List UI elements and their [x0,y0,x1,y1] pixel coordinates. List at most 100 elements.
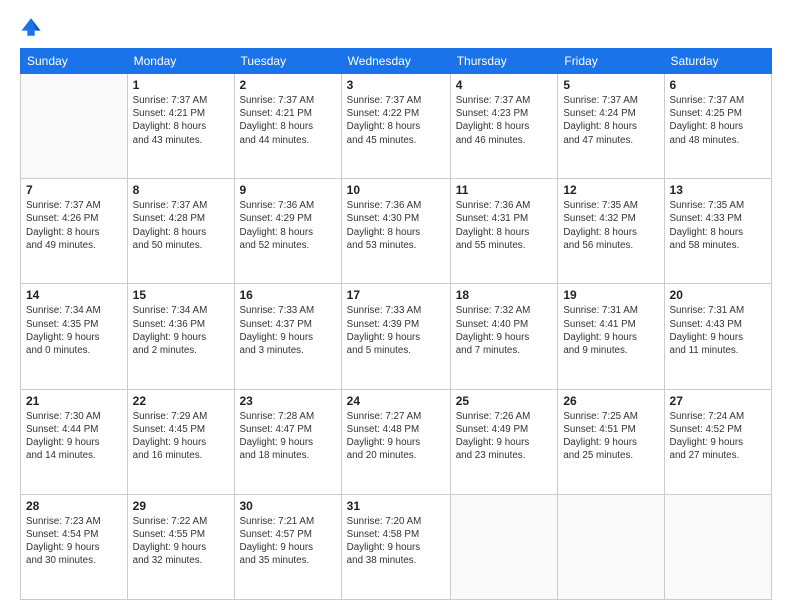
calendar-cell [558,494,664,599]
day-header-tuesday: Tuesday [234,49,341,74]
day-info: Sunrise: 7:20 AM Sunset: 4:58 PM Dayligh… [347,515,445,568]
calendar-cell: 28 Sunrise: 7:23 AM Sunset: 4:54 PM Dayli… [21,494,128,599]
day-number: 22 [133,394,229,408]
day-number: 28 [26,499,122,513]
day-info: Sunrise: 7:30 AM Sunset: 4:44 PM Dayligh… [26,410,122,463]
day-info: Sunrise: 7:37 AM Sunset: 4:25 PM Dayligh… [670,94,766,147]
day-number: 6 [670,78,766,92]
day-number: 14 [26,288,122,302]
day-number: 21 [26,394,122,408]
day-number: 5 [563,78,658,92]
day-info: Sunrise: 7:25 AM Sunset: 4:51 PM Dayligh… [563,410,658,463]
calendar-cell: 4 Sunrise: 7:37 AM Sunset: 4:23 PM Daylig… [450,74,558,179]
week-row-4: 21 Sunrise: 7:30 AM Sunset: 4:44 PM Dayli… [21,389,772,494]
day-number: 11 [456,183,553,197]
day-number: 12 [563,183,658,197]
day-info: Sunrise: 7:22 AM Sunset: 4:55 PM Dayligh… [133,515,229,568]
calendar-cell: 10Sunrise: 7:36 AM Sunset: 4:30 PM Dayli… [341,179,450,284]
day-header-friday: Friday [558,49,664,74]
calendar-cell: 5Sunrise: 7:37 AM Sunset: 4:24 PM Daylig… [558,74,664,179]
day-number: 17 [347,288,445,302]
calendar-cell: 19Sunrise: 7:31 AM Sunset: 4:41 PM Dayli… [558,284,664,389]
calendar-cell: 16 Sunrise: 7:33 AM Sunset: 4:37 PM Dayli… [234,284,341,389]
day-info: Sunrise: 7:37 AM Sunset: 4:23 PM Dayligh… [456,94,553,147]
calendar-cell: 20Sunrise: 7:31 AM Sunset: 4:43 PM Dayli… [664,284,771,389]
day-info: Sunrise: 7:37 AM Sunset: 4:28 PM Dayligh… [133,199,229,252]
day-info: Sunrise: 7:36 AM Sunset: 4:31 PM Dayligh… [456,199,553,252]
calendar-cell: 26 Sunrise: 7:25 AM Sunset: 4:51 PM Dayli… [558,389,664,494]
day-info: Sunrise: 7:35 AM Sunset: 4:33 PM Dayligh… [670,199,766,252]
day-info: Sunrise: 7:27 AM Sunset: 4:48 PM Dayligh… [347,410,445,463]
calendar-cell: 24 Sunrise: 7:27 AM Sunset: 4:48 PM Dayli… [341,389,450,494]
calendar-cell [21,74,128,179]
day-header-monday: Monday [127,49,234,74]
calendar-cell: 29 Sunrise: 7:22 AM Sunset: 4:55 PM Dayli… [127,494,234,599]
calendar-cell: 1 Sunrise: 7:37 AM Sunset: 4:21 PM Daylig… [127,74,234,179]
day-number: 15 [133,288,229,302]
week-row-1: 1 Sunrise: 7:37 AM Sunset: 4:21 PM Daylig… [21,74,772,179]
calendar-cell: 2Sunrise: 7:37 AM Sunset: 4:21 PM Daylig… [234,74,341,179]
calendar-cell: 21 Sunrise: 7:30 AM Sunset: 4:44 PM Dayli… [21,389,128,494]
calendar-cell [450,494,558,599]
week-row-2: 7Sunrise: 7:37 AM Sunset: 4:26 PM Daylig… [21,179,772,284]
week-row-5: 28 Sunrise: 7:23 AM Sunset: 4:54 PM Dayli… [21,494,772,599]
day-number: 16 [240,288,336,302]
day-info: Sunrise: 7:34 AM Sunset: 4:36 PM Dayligh… [133,304,229,357]
calendar-cell: 3Sunrise: 7:37 AM Sunset: 4:22 PM Daylig… [341,74,450,179]
day-info: Sunrise: 7:37 AM Sunset: 4:21 PM Dayligh… [240,94,336,147]
calendar-cell: 30Sunrise: 7:21 AM Sunset: 4:57 PM Dayli… [234,494,341,599]
calendar-cell: 7Sunrise: 7:37 AM Sunset: 4:26 PM Daylig… [21,179,128,284]
day-number: 29 [133,499,229,513]
day-info: Sunrise: 7:21 AM Sunset: 4:57 PM Dayligh… [240,515,336,568]
day-info: Sunrise: 7:32 AM Sunset: 4:40 PM Dayligh… [456,304,553,357]
calendar-cell: 31Sunrise: 7:20 AM Sunset: 4:58 PM Dayli… [341,494,450,599]
day-number: 20 [670,288,766,302]
calendar-cell: 14Sunrise: 7:34 AM Sunset: 4:35 PM Dayli… [21,284,128,389]
calendar-cell: 12 Sunrise: 7:35 AM Sunset: 4:32 PM Dayli… [558,179,664,284]
day-number: 13 [670,183,766,197]
calendar-cell: 15 Sunrise: 7:34 AM Sunset: 4:36 PM Dayli… [127,284,234,389]
calendar-cell: 22 Sunrise: 7:29 AM Sunset: 4:45 PM Dayli… [127,389,234,494]
logo [20,16,46,38]
day-info: Sunrise: 7:23 AM Sunset: 4:54 PM Dayligh… [26,515,122,568]
day-number: 26 [563,394,658,408]
day-header-wednesday: Wednesday [341,49,450,74]
day-info: Sunrise: 7:29 AM Sunset: 4:45 PM Dayligh… [133,410,229,463]
day-info: Sunrise: 7:28 AM Sunset: 4:47 PM Dayligh… [240,410,336,463]
day-number: 24 [347,394,445,408]
calendar-cell: 23 Sunrise: 7:28 AM Sunset: 4:47 PM Dayli… [234,389,341,494]
calendar-cell: 27 Sunrise: 7:24 AM Sunset: 4:52 PM Dayli… [664,389,771,494]
calendar-cell: 17 Sunrise: 7:33 AM Sunset: 4:39 PM Dayli… [341,284,450,389]
week-row-3: 14Sunrise: 7:34 AM Sunset: 4:35 PM Dayli… [21,284,772,389]
day-info: Sunrise: 7:33 AM Sunset: 4:39 PM Dayligh… [347,304,445,357]
day-info: Sunrise: 7:37 AM Sunset: 4:26 PM Dayligh… [26,199,122,252]
day-info: Sunrise: 7:36 AM Sunset: 4:30 PM Dayligh… [347,199,445,252]
day-header-sunday: Sunday [21,49,128,74]
day-number: 9 [240,183,336,197]
logo-icon [20,16,42,38]
calendar-cell: 13 Sunrise: 7:35 AM Sunset: 4:33 PM Dayli… [664,179,771,284]
day-number: 23 [240,394,336,408]
calendar-table: SundayMondayTuesdayWednesdayThursdayFrid… [20,48,772,600]
day-info: Sunrise: 7:26 AM Sunset: 4:49 PM Dayligh… [456,410,553,463]
header [20,16,772,38]
day-number: 19 [563,288,658,302]
page: SundayMondayTuesdayWednesdayThursdayFrid… [0,0,792,612]
day-number: 25 [456,394,553,408]
days-header-row: SundayMondayTuesdayWednesdayThursdayFrid… [21,49,772,74]
calendar-cell: 11 Sunrise: 7:36 AM Sunset: 4:31 PM Dayli… [450,179,558,284]
day-info: Sunrise: 7:24 AM Sunset: 4:52 PM Dayligh… [670,410,766,463]
day-number: 3 [347,78,445,92]
day-info: Sunrise: 7:33 AM Sunset: 4:37 PM Dayligh… [240,304,336,357]
day-number: 27 [670,394,766,408]
calendar-cell: 6 Sunrise: 7:37 AM Sunset: 4:25 PM Daylig… [664,74,771,179]
day-number: 1 [133,78,229,92]
calendar-cell: 25 Sunrise: 7:26 AM Sunset: 4:49 PM Dayli… [450,389,558,494]
day-info: Sunrise: 7:35 AM Sunset: 4:32 PM Dayligh… [563,199,658,252]
day-number: 18 [456,288,553,302]
day-info: Sunrise: 7:37 AM Sunset: 4:21 PM Dayligh… [133,94,229,147]
calendar-cell: 9 Sunrise: 7:36 AM Sunset: 4:29 PM Daylig… [234,179,341,284]
day-info: Sunrise: 7:36 AM Sunset: 4:29 PM Dayligh… [240,199,336,252]
day-number: 4 [456,78,553,92]
day-number: 8 [133,183,229,197]
